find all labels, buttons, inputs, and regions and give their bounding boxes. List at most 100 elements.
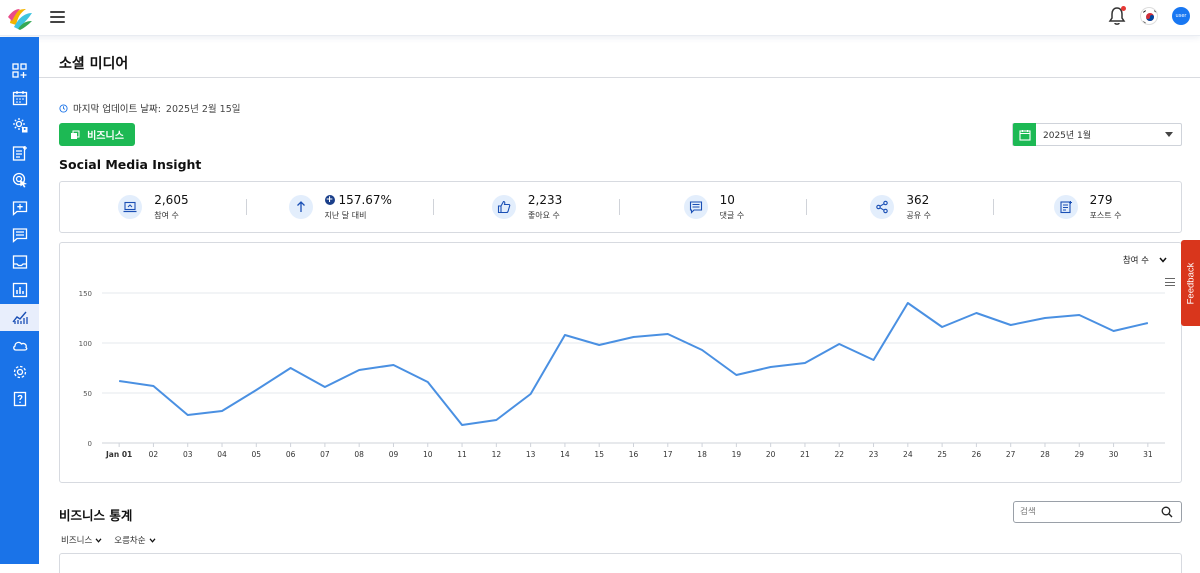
- last-update: 마지막 업데이트 날짜: 2025년 2월 15일: [59, 101, 240, 115]
- korea-flag-icon[interactable]: [1140, 7, 1158, 25]
- filter-label: 비즈니스: [61, 536, 93, 546]
- business-button[interactable]: 비즈니스: [59, 123, 135, 146]
- sidebar-item-settings-user[interactable]: [0, 112, 39, 139]
- engagement-chart: 참여 수 0 50 100 150 Jan 01 02 03 04 05 06 07 08 09 10 11…: [59, 242, 1182, 483]
- calendar-icon: [1013, 123, 1036, 146]
- sidebar-item-chat[interactable]: [0, 221, 39, 248]
- x-tick-label: 26: [972, 450, 982, 459]
- x-tick-label: Jan 01: [105, 450, 132, 459]
- sidebar-item-cloud[interactable]: [0, 331, 39, 358]
- page-title: 소셜 미디어: [59, 56, 129, 72]
- stat-label: 댓글 수: [719, 211, 745, 220]
- series-line: [119, 302, 1149, 426]
- settings-user-icon: [12, 118, 27, 133]
- sidebar-item-document[interactable]: [0, 139, 39, 166]
- last-update-value: 2025년 2월 15일: [165, 104, 241, 115]
- insight-title: Social Media Insight: [59, 157, 202, 172]
- stat-label: 지난 달 대비: [324, 211, 367, 220]
- stat-label: 포스트 수: [1089, 211, 1122, 220]
- sidebar-item-dashboard[interactable]: [0, 57, 39, 84]
- sidebar: [0, 37, 39, 564]
- stat-value: 279: [1089, 193, 1113, 207]
- search-input[interactable]: [1020, 507, 1161, 517]
- sidebar-item-target[interactable]: [0, 167, 39, 194]
- sidebar-item-bar-chart[interactable]: [0, 276, 39, 303]
- stat-value: 157.67%: [338, 193, 392, 207]
- post-icon: [1053, 195, 1078, 219]
- x-tick-label: 05: [252, 450, 262, 459]
- top-bar: user: [0, 0, 1200, 36]
- document-edit-icon: [12, 145, 27, 161]
- x-tick-label: 31: [1143, 450, 1153, 459]
- stats-strip: 2,605 참여 수 +157.67% 지난 달 대비 2,233 좋아요 수 10 댓…: [59, 181, 1182, 233]
- avatar[interactable]: user: [1172, 7, 1190, 25]
- x-tick-label: 07: [320, 450, 330, 459]
- chevron-down-icon: [1165, 132, 1173, 137]
- filter-sort[interactable]: 오름차순: [114, 534, 156, 546]
- sidebar-item-inbox[interactable]: [0, 249, 39, 276]
- x-tick-label: 22: [834, 450, 844, 459]
- app-logo[interactable]: [6, 5, 34, 31]
- gear-icon: [13, 365, 26, 379]
- y-tick-label: 50: [83, 390, 92, 398]
- feedback-tab[interactable]: Feedback: [1181, 240, 1200, 326]
- x-tick-label: 14: [560, 450, 570, 459]
- x-tick-label: 27: [1006, 450, 1016, 459]
- x-tick-label: 20: [766, 450, 776, 459]
- sidebar-item-settings[interactable]: [0, 358, 39, 385]
- x-tick-label: 12: [492, 450, 502, 459]
- stat-label: 참여 수: [154, 211, 179, 220]
- month-select-value: 2025년 1월: [1043, 131, 1092, 141]
- x-tick-label: 03: [183, 450, 193, 459]
- y-tick-label: 150: [79, 290, 92, 298]
- comment-icon: [683, 195, 708, 219]
- y-tick-label: 100: [79, 340, 92, 348]
- x-tick-label: 11: [457, 450, 467, 459]
- bar-chart-icon: [12, 282, 27, 297]
- stat-growth: +157.67% 지난 달 대비: [247, 182, 434, 232]
- x-tick-label: 02: [149, 450, 159, 459]
- filter-row: 비즈니스 오름차순: [61, 534, 156, 546]
- stat-engagement: 2,605 참여 수: [60, 182, 247, 232]
- stat-likes: 2,233 좋아요 수: [434, 182, 621, 232]
- sidebar-item-trend[interactable]: [0, 303, 39, 331]
- last-update-label: 마지막 업데이트 날짜:: [73, 104, 161, 115]
- hamburger-icon[interactable]: [50, 11, 65, 23]
- share-icon: [870, 195, 895, 219]
- x-tick-label: 28: [1040, 450, 1050, 459]
- x-tick-label: 16: [629, 450, 639, 459]
- bell-icon[interactable]: [1108, 6, 1126, 26]
- clock-icon: [59, 103, 68, 113]
- main-content: 소셜 미디어 마지막 업데이트 날짜: 2025년 2월 15일 비즈니스 20…: [39, 37, 1200, 573]
- filter-business[interactable]: 비즈니스: [61, 534, 102, 546]
- trend-chart-icon: [11, 311, 28, 325]
- month-select[interactable]: 2025년 1월: [1012, 123, 1182, 146]
- x-tick-label: 17: [663, 450, 673, 459]
- y-tick-label: 0: [88, 440, 92, 448]
- sidebar-item-calendar[interactable]: [0, 84, 39, 111]
- message-add-icon: [12, 200, 27, 216]
- x-tick-label: 30: [1109, 450, 1119, 459]
- sidebar-item-message-add[interactable]: [0, 194, 39, 221]
- inbox-icon: [12, 255, 27, 270]
- x-tick-label: 04: [217, 450, 227, 459]
- search-icon[interactable]: [1161, 506, 1173, 518]
- search-box[interactable]: [1013, 501, 1182, 523]
- x-tick-label: 24: [903, 450, 913, 459]
- x-tick-label: 18: [697, 450, 707, 459]
- line-chart: 0 50 100 150 Jan 01 02 03 04 05 06 07 08 09 10 11 12 13 1…: [79, 290, 1165, 459]
- stat-comments: 10 댓글 수: [620, 182, 808, 232]
- copy-icon: [71, 130, 80, 139]
- stat-value: 362: [906, 193, 930, 207]
- notification-dot: [1121, 6, 1126, 11]
- business-stats-title: 비즈니스 통계: [59, 508, 133, 523]
- plus-badge-icon: +: [324, 195, 335, 205]
- target-click-icon: [12, 173, 27, 188]
- x-tick-label: 23: [869, 450, 879, 459]
- sidebar-item-help[interactable]: [0, 386, 39, 413]
- chat-list-icon: [12, 228, 27, 243]
- thumbs-up-icon: [491, 195, 516, 219]
- x-tick-label: 06: [286, 450, 296, 459]
- x-tick-label: 13: [526, 450, 536, 459]
- x-tick-label: 10: [423, 450, 433, 459]
